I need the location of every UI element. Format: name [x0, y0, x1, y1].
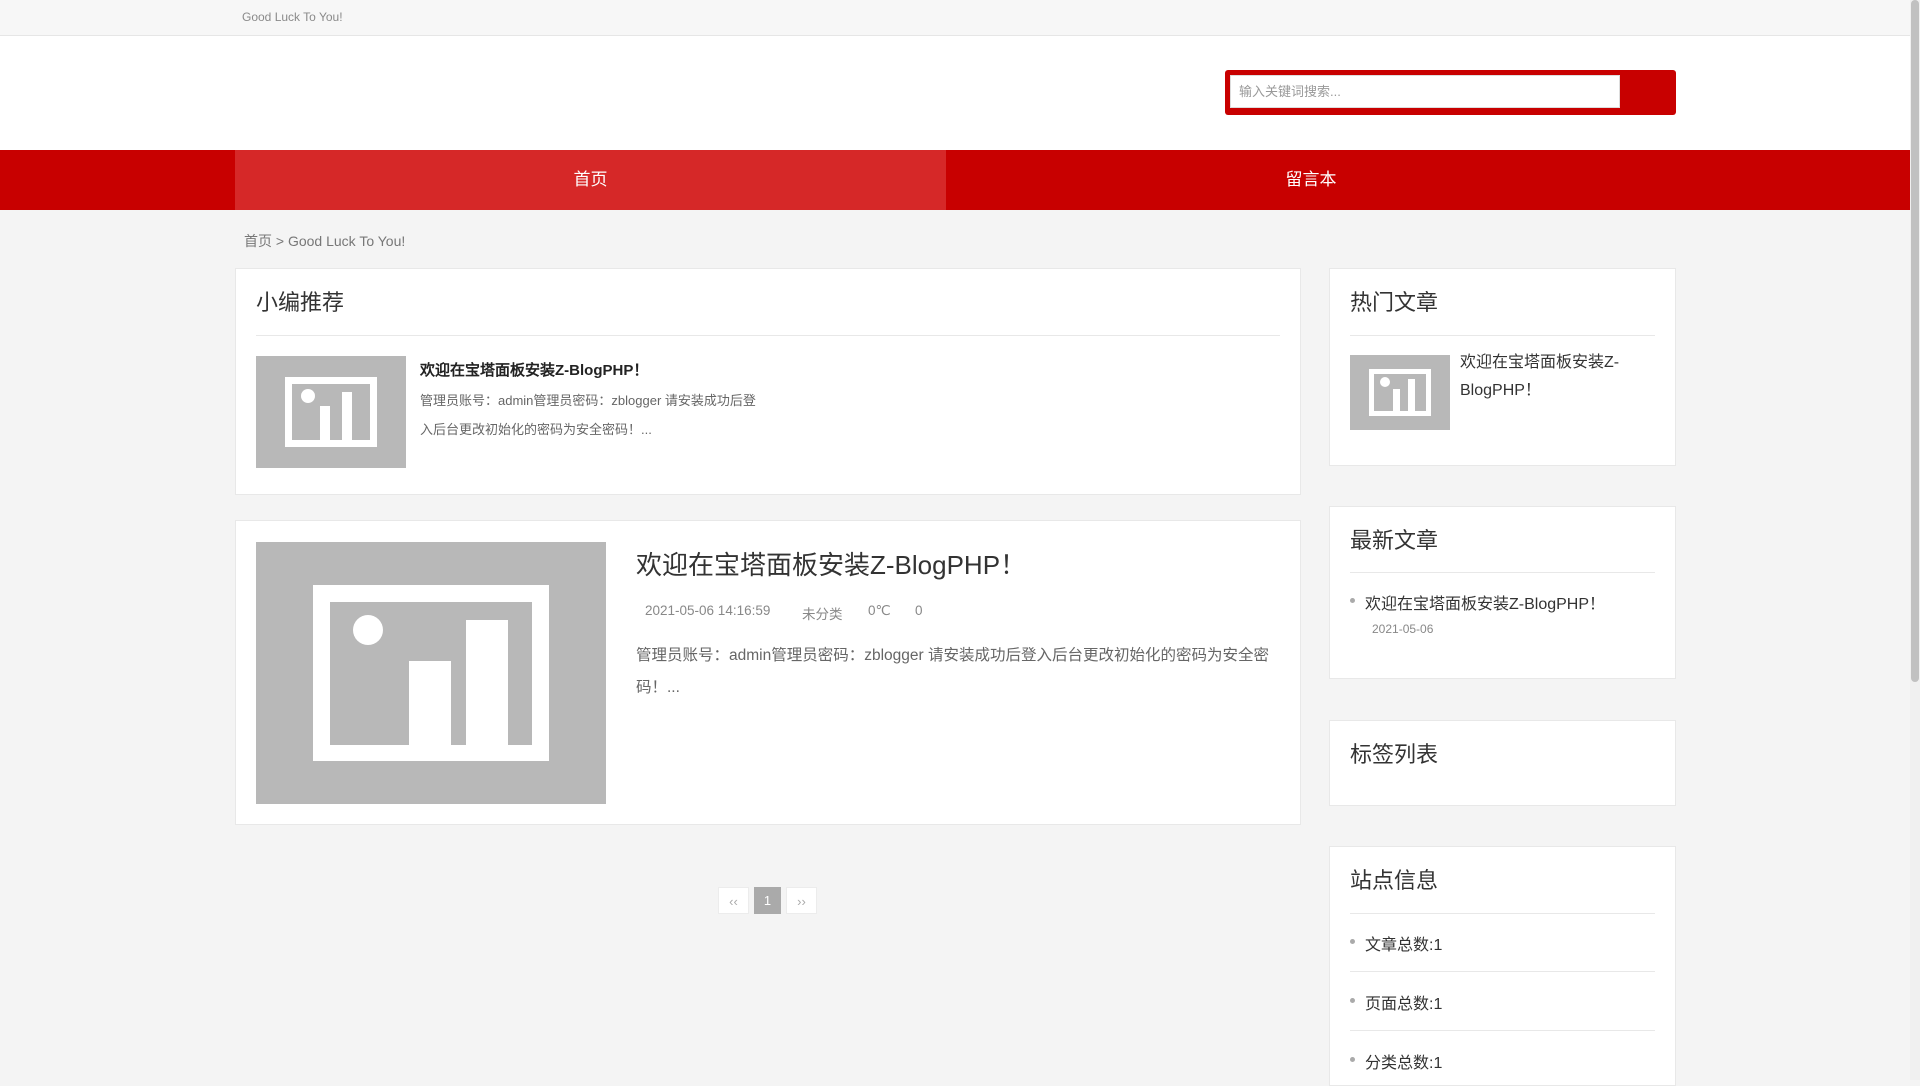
pagination-next[interactable]: ››: [786, 887, 817, 914]
breadcrumb-home[interactable]: 首页: [244, 233, 272, 249]
article-category[interactable]: 未分类: [802, 603, 843, 623]
divider: [1350, 335, 1655, 336]
breadcrumb-current: Good Luck To You!: [287, 233, 406, 249]
latest-article-title[interactable]: 欢迎在宝塔面板安装Z-BlogPHP！: [1365, 590, 1605, 614]
article-date: 2021-05-06 14:16:59: [645, 603, 771, 618]
search-button[interactable]: [1623, 75, 1671, 110]
search-box: [1225, 70, 1676, 115]
site-info-heading: 站点信息: [1350, 868, 1439, 893]
site-info-pages: 页面总数:1: [1365, 996, 1443, 1013]
tags-heading: 标签列表: [1350, 742, 1439, 767]
breadcrumb: 首页 > Good Luck To You!: [244, 231, 405, 251]
breadcrumb-separator: >: [272, 233, 288, 249]
list-bullet-icon: [1350, 598, 1355, 603]
image-placeholder-icon: [256, 542, 606, 804]
divider: [1350, 572, 1655, 573]
list-bullet-icon: [1350, 1057, 1355, 1062]
pagination-prev[interactable]: ‹‹: [718, 887, 749, 914]
site-info-posts: 文章总数:1: [1365, 937, 1443, 954]
article-views: 0℃: [868, 603, 891, 618]
divider: [1350, 1030, 1655, 1031]
main-nav: 首页 留言本: [0, 150, 1910, 210]
article-title[interactable]: 欢迎在宝塔面板安装Z-BlogPHP！: [636, 545, 1026, 582]
recommend-article-excerpt: 管理员账号：admin管理员密码：zblogger 请安装成功后登入后台更改初始…: [420, 393, 756, 437]
divider: [1350, 971, 1655, 972]
top-bar: Good Luck To You!: [0, 0, 1910, 36]
divider: [256, 335, 1280, 336]
list-bullet-icon: [1350, 998, 1355, 1003]
recommend-article-title[interactable]: 欢迎在宝塔面板安装Z-BlogPHP！: [420, 359, 648, 380]
site-info-categories: 分类总数:1: [1365, 1055, 1443, 1072]
hot-articles-heading: 热门文章: [1350, 290, 1439, 315]
scrollbar-thumb[interactable]: [1911, 0, 1919, 682]
image-placeholder-icon: [256, 356, 406, 468]
article-excerpt: 管理员账号：admin管理员密码：zblogger 请安装成功后登入后台更改初始…: [636, 647, 1269, 696]
recommend-heading: 小编推荐: [256, 290, 345, 315]
article-thumbnail[interactable]: [256, 542, 606, 804]
pagination-current[interactable]: 1: [754, 887, 781, 914]
nav-item-home[interactable]: 首页: [235, 150, 946, 210]
hot-article-title[interactable]: 欢迎在宝塔面板安装Z-BlogPHP！: [1460, 349, 1660, 405]
article-comments: 0: [915, 603, 923, 618]
search-input[interactable]: [1230, 75, 1620, 108]
latest-articles-heading: 最新文章: [1350, 528, 1439, 553]
list-bullet-icon: [1350, 939, 1355, 944]
image-placeholder-icon: [1350, 355, 1450, 430]
recommend-thumbnail[interactable]: [256, 356, 406, 468]
hot-article-thumbnail[interactable]: [1350, 355, 1450, 430]
latest-article-date: 2021-05-06: [1372, 622, 1434, 636]
nav-item-guestbook[interactable]: 留言本: [946, 150, 1676, 210]
divider: [1350, 913, 1655, 914]
tags-panel: 标签列表: [1329, 720, 1676, 806]
site-slogan: Good Luck To You!: [242, 10, 343, 24]
page-scrollbar[interactable]: [1910, 0, 1920, 1080]
